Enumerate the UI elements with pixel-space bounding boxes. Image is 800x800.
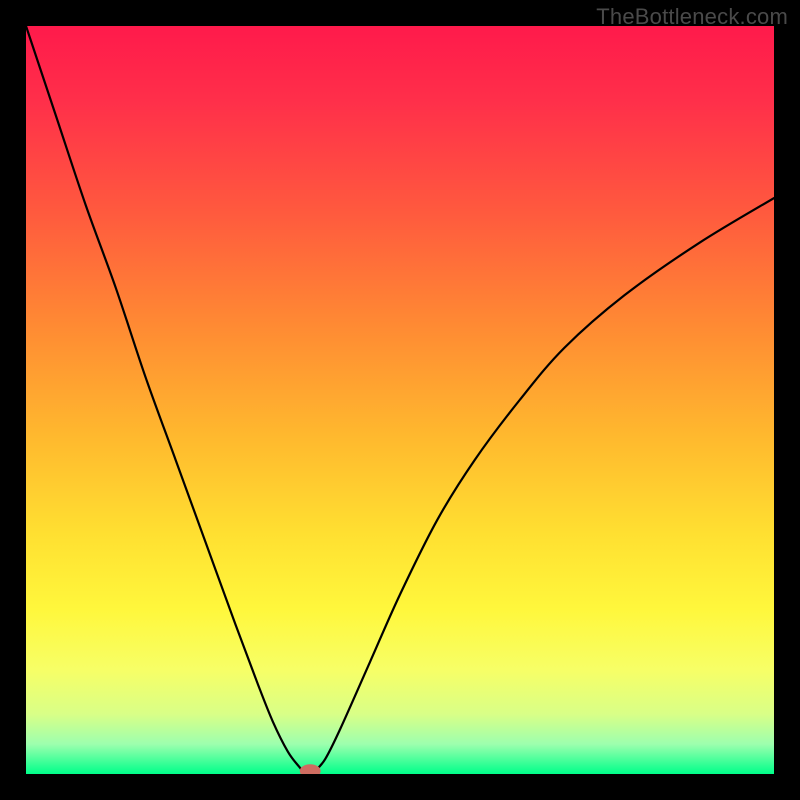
chart-svg bbox=[26, 26, 774, 774]
gradient-background bbox=[26, 26, 774, 774]
chart-frame: TheBottleneck.com bbox=[0, 0, 800, 800]
plot-area bbox=[26, 26, 774, 774]
watermark-text: TheBottleneck.com bbox=[596, 4, 788, 30]
